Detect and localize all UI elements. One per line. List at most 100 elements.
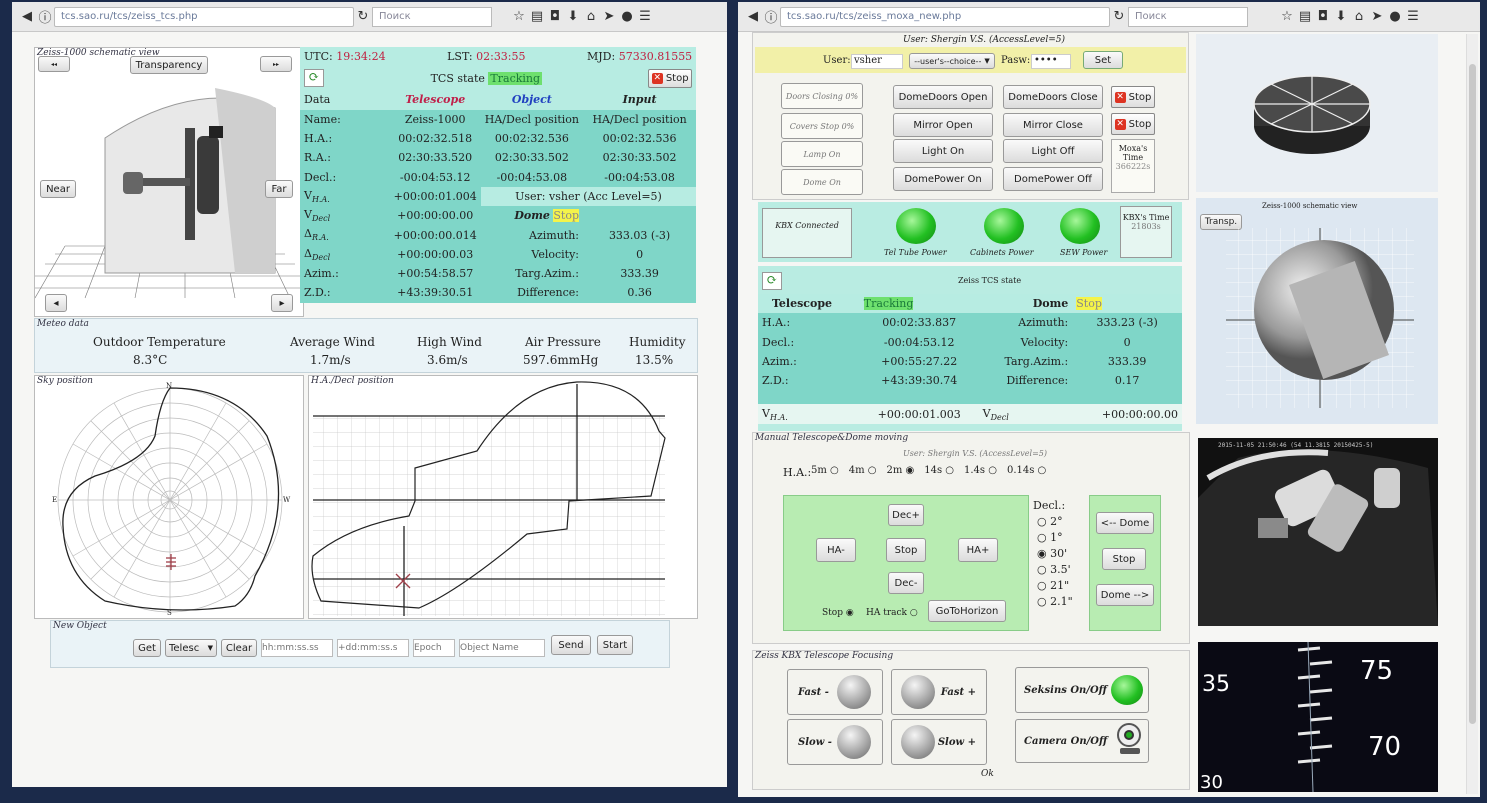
home-icon[interactable]: ⌂	[1350, 9, 1368, 24]
doors-stop-button[interactable]: ✕ Stop	[1111, 86, 1155, 108]
reload-icon[interactable]: ↻	[1110, 9, 1128, 24]
domepower-on-button[interactable]: DomePower On	[893, 167, 993, 191]
target-select[interactable]: Telesc ▼	[165, 639, 217, 657]
decl-step-radio[interactable]: ○ 2.1"	[1037, 595, 1077, 608]
decl-step-radio[interactable]: ○ 3.5'	[1037, 563, 1077, 576]
meteo-pressure-value: 597.6mmHg	[523, 353, 599, 367]
ddecl-value: +00:00:00.03	[389, 244, 481, 264]
decl-step-radio[interactable]: ◉ 30'	[1037, 547, 1077, 560]
library-icon[interactable]: ▤	[528, 9, 546, 24]
clear-button[interactable]: Clear	[221, 639, 257, 657]
dec-plus-button[interactable]: Dec+	[888, 504, 924, 526]
start-button[interactable]: Start	[597, 635, 633, 655]
object-name-input[interactable]	[459, 639, 545, 657]
domepower-off-button[interactable]: DomePower Off	[1003, 167, 1103, 191]
tcs2-table: Telescope Tracking Dome Stop H.A.: 00:02:33.…	[758, 294, 1182, 424]
send-button[interactable]: Send	[551, 635, 591, 655]
star-icon[interactable]: ☆	[510, 9, 528, 24]
back-icon[interactable]: ◀	[744, 9, 762, 24]
tel-tube-power-label: Tel Tube Power	[884, 248, 947, 257]
reload-icon[interactable]: ↻	[354, 9, 372, 24]
dome-left-button[interactable]: <-- Dome	[1096, 512, 1154, 534]
ha-step-radio[interactable]: 5m ○	[811, 465, 839, 481]
ra-input[interactable]	[261, 639, 333, 657]
refresh-icon[interactable]: ⟳	[304, 69, 324, 88]
near-button[interactable]: Near	[40, 180, 76, 198]
home-icon[interactable]: ⌂	[582, 9, 600, 24]
refresh-icon[interactable]: ⟳	[762, 272, 782, 290]
right-url-bar[interactable]: tcs.sao.ru/tcs/zeiss_moxa_new.php	[780, 6, 1110, 27]
rotate-down-right-button[interactable]: ▸	[271, 294, 293, 312]
decl-step-radio[interactable]: ○ 21"	[1037, 579, 1077, 592]
object-name: HA/Decl position	[480, 109, 583, 129]
sew-power-led[interactable]	[1060, 208, 1100, 244]
decl-step-radio[interactable]: ○ 2°	[1037, 515, 1077, 528]
goto-horizon-button[interactable]: GoToHorizon	[928, 600, 1006, 622]
transparency-button[interactable]: Transparency	[130, 56, 208, 74]
info-icon[interactable]: ⓘ	[36, 7, 54, 26]
epoch-input[interactable]	[413, 639, 455, 657]
chat-icon[interactable]: ●	[618, 9, 636, 24]
light-off-button[interactable]: Light Off	[1003, 139, 1103, 163]
send-icon[interactable]: ➤	[1368, 9, 1386, 24]
right-search-field[interactable]: Поиск	[1128, 6, 1248, 27]
domedoors-close-button[interactable]: DomeDoors Close	[1003, 85, 1103, 109]
meteo-avgwind-value: 1.7m/s	[310, 353, 351, 367]
pasw-field[interactable]: ••••	[1031, 54, 1071, 69]
scrollbar[interactable]	[1466, 34, 1478, 794]
get-button[interactable]: Get	[133, 639, 161, 657]
user-value[interactable]: vsher	[851, 54, 903, 69]
ha-step-radio[interactable]: 4m ○	[849, 465, 877, 481]
menu-icon[interactable]: ☰	[636, 9, 654, 24]
rotate-right-button[interactable]: ▸▸	[260, 56, 292, 72]
ha-plus-button[interactable]: HA+	[958, 538, 998, 562]
ha-step-radio[interactable]: 0.14s ○	[1007, 465, 1046, 481]
download-icon[interactable]: ⬇	[564, 9, 582, 24]
telescope-model-view[interactable]	[1196, 198, 1438, 424]
pocket-icon[interactable]: ◘	[1314, 9, 1332, 24]
chat-icon[interactable]: ●	[1386, 9, 1404, 24]
menu-icon[interactable]: ☰	[1404, 9, 1422, 24]
user-choice-select[interactable]: --user's--choice-- ▼	[909, 53, 995, 69]
row-label: Name:	[300, 109, 390, 129]
mirror-open-button[interactable]: Mirror Open	[893, 113, 993, 137]
focus-scale-feed[interactable]: 35 75 70 30	[1198, 642, 1438, 793]
decl-step-radio[interactable]: ○ 1°	[1037, 531, 1077, 544]
far-button[interactable]: Far	[265, 180, 293, 198]
move-stop-button[interactable]: Stop	[886, 538, 926, 562]
cabinets-power-led[interactable]	[984, 208, 1024, 244]
ha-step-radio[interactable]: 2m ◉	[887, 465, 915, 481]
dome-camera-feed[interactable]: 2015-11-05 21:50:46 (54 11.3815 20150425…	[1198, 438, 1438, 626]
ha-step-radio[interactable]: 14s ○	[924, 465, 954, 481]
tcs2-diff-value: 0.17	[1072, 371, 1182, 391]
rotate-left-button[interactable]: ◂◂	[38, 56, 70, 72]
mirror-stop-button[interactable]: ✕ Stop	[1111, 113, 1155, 135]
dec-minus-button[interactable]: Dec-	[888, 572, 924, 594]
download-icon[interactable]: ⬇	[1332, 9, 1350, 24]
left-url-bar[interactable]: tcs.sao.ru/tcs/zeiss_tcs.php	[54, 6, 354, 27]
set-button[interactable]: Set	[1083, 51, 1123, 69]
ha-minus-button[interactable]: HA-	[816, 538, 856, 562]
dome-right-button[interactable]: Dome -->	[1096, 584, 1154, 606]
send-icon[interactable]: ➤	[600, 9, 618, 24]
left-search-field[interactable]: Поиск	[372, 6, 492, 27]
ha-track-radio[interactable]: HA track ○	[866, 608, 918, 618]
domedoors-open-button[interactable]: DomeDoors Open	[893, 85, 993, 109]
meteo-panel: Meteo data Outdoor Temperature 8.3°C Ave…	[34, 318, 698, 373]
back-icon[interactable]: ◀	[18, 9, 36, 24]
tel-tube-power-led[interactable]	[896, 208, 936, 244]
star-icon[interactable]: ☆	[1278, 9, 1296, 24]
rotate-down-left-button[interactable]: ◂	[45, 294, 67, 312]
stop-radio[interactable]: Stop ◉	[822, 608, 854, 618]
ha-step-radio[interactable]: 1.4s ○	[964, 465, 997, 481]
light-on-button[interactable]: Light On	[893, 139, 993, 163]
tcs-stop-button[interactable]: ✕ Stop	[648, 68, 693, 88]
dec-input[interactable]	[337, 639, 409, 657]
dome-stop-button[interactable]: Stop	[1102, 548, 1146, 570]
mirror-close-button[interactable]: Mirror Close	[1003, 113, 1103, 137]
info-icon[interactable]: ⓘ	[762, 7, 780, 26]
pocket-icon[interactable]: ◘	[546, 9, 564, 24]
input-ha: 00:02:32.536	[583, 128, 697, 149]
library-icon[interactable]: ▤	[1296, 9, 1314, 24]
zd-value: +43:39:30.51	[389, 283, 481, 303]
